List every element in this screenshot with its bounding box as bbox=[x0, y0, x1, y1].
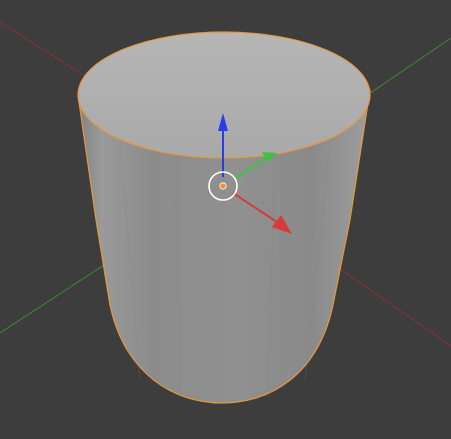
grid-y-axis-line bbox=[359, 37, 451, 101]
3d-viewport[interactable] bbox=[0, 0, 451, 439]
object-origin-dot bbox=[219, 182, 227, 190]
grid-y-axis-line bbox=[0, 264, 105, 334]
grid-x-axis-line bbox=[329, 261, 451, 347]
cylinder-object[interactable] bbox=[77, 31, 371, 404]
viewport-canvas[interactable] bbox=[0, 0, 451, 439]
